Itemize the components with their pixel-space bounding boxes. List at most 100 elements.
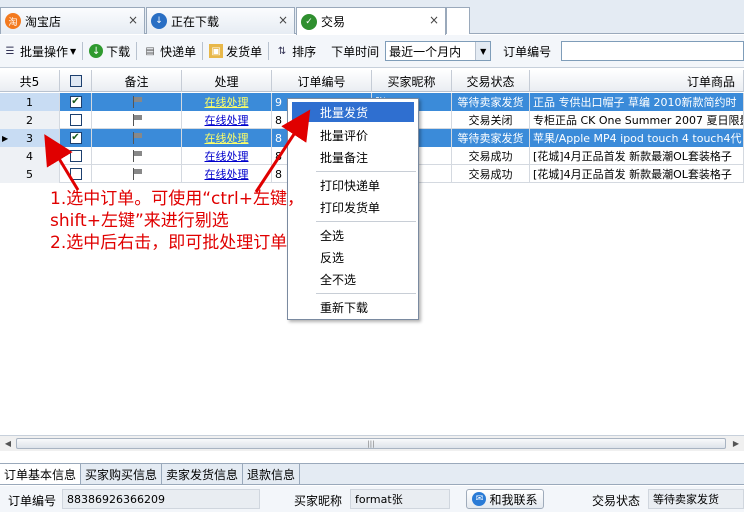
- menu-item-print-invoice[interactable]: 打印发货单: [320, 197, 380, 217]
- toolbar: ☰ 批量操作 ▼ ↓ 下载 ▤ 快递单 ▣ 发货单 ⇅ 排序 下单时间 最近一个…: [0, 35, 744, 68]
- batch-operation-button[interactable]: ☰ 批量操作 ▼: [0, 40, 79, 62]
- row-number[interactable]: 4: [0, 147, 60, 165]
- buyer-value: format张: [350, 489, 450, 509]
- trade-icon: ✓: [301, 13, 317, 30]
- order-time-select[interactable]: 最近一个月内 ▼: [385, 41, 492, 61]
- status-label: 交易状态: [592, 494, 641, 508]
- note-cell[interactable]: [92, 147, 182, 165]
- status-column-header[interactable]: 交易状态: [452, 70, 530, 92]
- contact-me-label: 和我联系: [489, 492, 538, 507]
- online-process-link[interactable]: 在线处理: [205, 94, 249, 110]
- note-column-header[interactable]: 备注: [92, 70, 182, 92]
- checkbox-icon: [69, 114, 82, 126]
- process-cell: 在线处理: [182, 129, 272, 147]
- toolbar-separator: [82, 42, 84, 60]
- order-time-label: 下单时间: [331, 44, 380, 59]
- scroll-left-icon[interactable]: ◀: [0, 436, 16, 451]
- new-tab[interactable]: [446, 7, 470, 34]
- download-button[interactable]: ↓ 下载: [86, 40, 133, 62]
- row-checkbox[interactable]: ✔: [60, 93, 92, 111]
- note-cell[interactable]: [92, 165, 182, 183]
- row-number-text: 4: [26, 149, 33, 163]
- row-number[interactable]: 2: [0, 111, 60, 129]
- grid-header: 共5 备注 处理 订单编号 买家昵称 交易状态 订单商品: [0, 70, 744, 92]
- note-cell[interactable]: [92, 129, 182, 147]
- product-column-header[interactable]: 订单商品: [530, 70, 744, 92]
- tab-refund-info[interactable]: 退款信息: [243, 464, 301, 484]
- chevron-down-icon: ▼: [70, 46, 77, 56]
- checkbox-icon: [69, 168, 82, 180]
- row-checkbox[interactable]: [60, 147, 92, 165]
- row-number[interactable]: 1: [0, 93, 60, 111]
- menu-item-print-express[interactable]: 打印快递单: [320, 175, 380, 195]
- menu-item-batch-ship[interactable]: 批量发货: [292, 102, 414, 122]
- process-cell: 在线处理: [182, 165, 272, 183]
- flag-icon[interactable]: [132, 132, 142, 144]
- order-number-input[interactable]: [561, 41, 744, 61]
- menu-item-batch-review[interactable]: 批量评价: [320, 125, 368, 145]
- scroll-thumb[interactable]: |||: [16, 438, 726, 449]
- toolbar-separator: [268, 42, 270, 60]
- online-process-link[interactable]: 在线处理: [205, 166, 249, 182]
- tab-label: 交易: [321, 15, 346, 29]
- row-checkbox[interactable]: [60, 165, 92, 183]
- checkbox-icon: [69, 150, 82, 162]
- toolbar-separator: [202, 42, 204, 60]
- menu-item-invert-selection[interactable]: 反选: [320, 247, 344, 267]
- express-slip-button[interactable]: ▤ 快递单: [140, 40, 199, 62]
- chevron-down-icon[interactable]: ▼: [475, 42, 491, 60]
- flag-icon[interactable]: [132, 114, 142, 126]
- download-icon: ↓: [89, 44, 104, 58]
- row-number[interactable]: ▶ 3: [0, 129, 60, 147]
- flag-icon[interactable]: [132, 168, 142, 180]
- row-number[interactable]: 5: [0, 165, 60, 183]
- online-process-link[interactable]: 在线处理: [205, 148, 249, 164]
- flag-icon[interactable]: [132, 96, 142, 108]
- close-icon[interactable]: ×: [278, 13, 288, 27]
- taobao-icon: 淘: [5, 13, 21, 29]
- row-checkbox[interactable]: ✔: [60, 129, 92, 147]
- menu-item-redownload[interactable]: 重新下载: [320, 297, 368, 317]
- tab-label: 正在下载: [171, 14, 220, 29]
- note-cell[interactable]: [92, 111, 182, 129]
- online-process-link[interactable]: 在线处理: [205, 130, 249, 146]
- tab-taobao-store[interactable]: 淘 淘宝店 ×: [0, 7, 145, 34]
- process-column-header[interactable]: 处理: [182, 70, 272, 92]
- note-cell[interactable]: [92, 93, 182, 111]
- sort-button[interactable]: ⇅ 排序: [272, 40, 319, 62]
- product-cell: 专柜正品 CK One Summer 2007 夏日限量品: [530, 111, 744, 129]
- online-process-link[interactable]: 在线处理: [205, 112, 249, 128]
- order-number-column-header[interactable]: 订单编号: [272, 70, 372, 92]
- invoice-icon: ▣: [209, 44, 224, 58]
- scroll-right-icon[interactable]: ▶: [728, 436, 744, 451]
- select-all-checkbox[interactable]: [60, 70, 92, 92]
- tab-downloading[interactable]: ↓ 正在下载 ×: [146, 7, 295, 34]
- download-label: 下载: [106, 44, 131, 59]
- menu-item-select-all[interactable]: 全选: [320, 225, 344, 245]
- flag-icon[interactable]: [132, 150, 142, 162]
- sort-icon: ⇅: [277, 45, 287, 57]
- buyer-column-header[interactable]: 买家昵称: [372, 70, 452, 92]
- list-icon: ☰: [5, 45, 15, 57]
- invoice-button[interactable]: ▣ 发货单: [206, 40, 265, 62]
- tab-trade[interactable]: ✓ 交易 ×: [296, 7, 446, 35]
- close-icon[interactable]: ×: [128, 13, 138, 27]
- tab-strip: 淘 淘宝店 × ↓ 正在下载 × ✓ 交易 ×: [0, 0, 744, 35]
- horizontal-scrollbar[interactable]: ◀ ||| ▶: [0, 435, 744, 451]
- contact-me-button[interactable]: ✉ 和我联系: [466, 489, 544, 509]
- status-cell: 交易成功: [452, 165, 530, 183]
- chat-icon: ✉: [472, 492, 487, 506]
- annotation-line-1: 1.选中订单。可使用“ctrl+左键，shift+左键”来进行剔选: [50, 189, 304, 231]
- status-cell: 等待卖家发货: [452, 93, 530, 111]
- tab-buyer-purchase-info[interactable]: 买家购买信息: [81, 464, 163, 484]
- checkbox-icon: [69, 75, 82, 87]
- tab-order-basic-info[interactable]: 订单基本信息: [0, 464, 82, 484]
- menu-item-select-none[interactable]: 全不选: [320, 269, 356, 289]
- menu-item-batch-note[interactable]: 批量备注: [320, 147, 368, 167]
- row-checkbox[interactable]: [60, 111, 92, 129]
- batch-operation-label: 批量操作: [20, 44, 69, 59]
- close-icon[interactable]: ×: [429, 13, 439, 27]
- row-count-header: 共5: [0, 70, 60, 92]
- order-number-value: 88386926366209: [62, 489, 260, 509]
- tab-seller-shipping-info[interactable]: 卖家发货信息: [162, 464, 244, 484]
